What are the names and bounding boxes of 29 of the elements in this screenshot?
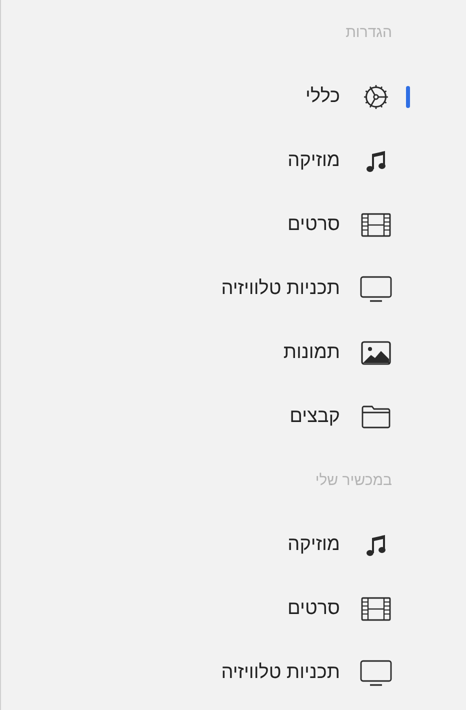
sidebar-item[interactable]: סרטים: [1, 193, 466, 257]
sidebar-item[interactable]: סרטים: [1, 577, 466, 641]
film-icon: [361, 212, 391, 238]
sidebar-item[interactable]: תמונות: [1, 321, 466, 385]
item-label: קבצים: [290, 404, 340, 429]
item-label: מוזיקה: [288, 148, 340, 173]
item-label: תכניות טלוויזיה: [221, 660, 340, 685]
sidebar-item[interactable]: מוזיקה: [1, 129, 466, 193]
section-header: הגדרות: [346, 22, 392, 43]
music-note-icon: [364, 148, 388, 174]
item-label: תכניות טלוויזיה: [221, 276, 340, 301]
sidebar-item[interactable]: כללי: [1, 65, 466, 129]
item-label: כללי: [306, 84, 340, 109]
gear-icon: [363, 84, 389, 110]
image-icon: [361, 340, 391, 366]
item-label: תמונות: [283, 340, 340, 365]
section-header: במכשיר שלי: [315, 470, 392, 491]
sidebar-item[interactable]: קבצים: [1, 385, 466, 449]
film-icon: [361, 596, 391, 622]
sidebar-item[interactable]: מוזיקה: [1, 513, 466, 577]
sidebar-item[interactable]: תכניות טלוויזיה: [1, 641, 466, 705]
item-label: מוזיקה: [288, 532, 340, 557]
item-label: סרטים: [288, 596, 340, 621]
item-label: סרטים: [288, 212, 340, 237]
music-note-icon: [364, 532, 388, 558]
sidebar-item[interactable]: תכניות טלוויזיה: [1, 257, 466, 321]
monitor-icon: [360, 660, 392, 686]
folder-icon: [361, 405, 391, 429]
monitor-icon: [360, 276, 392, 302]
